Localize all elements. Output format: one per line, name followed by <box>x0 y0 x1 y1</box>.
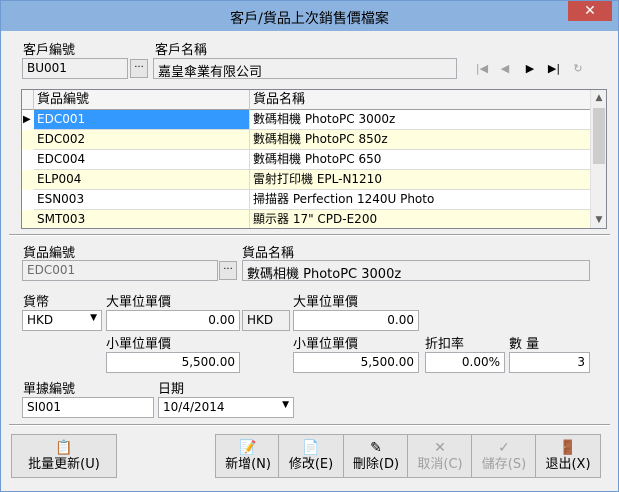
cancel-button[interactable]: ✕ 取消(C) <box>407 434 473 478</box>
title-bar: 客戶/貨品上次銷售價檔案 ✕ <box>1 1 618 31</box>
table-row[interactable]: EDC002 數碼相機 PhotoPC 850z <box>22 130 592 150</box>
delete-label: 刪除(D) <box>352 457 400 472</box>
batch-update-icon: 📋 <box>55 440 73 456</box>
customer-name-label: 客戶名稱 <box>155 43 208 58</box>
big-unit-price2-label: 大單位單價 <box>293 295 359 310</box>
big-unit-price2-field[interactable]: 0.00 <box>293 310 419 331</box>
cell-item-code[interactable]: EDC002 <box>34 130 250 150</box>
date-value: 10/4/2014 <box>163 400 225 414</box>
customer-name-field[interactable]: 嘉皇傘業有限公司 <box>153 58 457 79</box>
customer-lookup-button[interactable]: ··· <box>130 59 148 78</box>
cell-item-code[interactable]: SMT003 <box>34 210 250 228</box>
cell-item-name[interactable]: 數碼相機 PhotoPC 850z <box>250 130 592 150</box>
cell-item-code[interactable]: ESN003 <box>34 190 250 210</box>
edit-label: 修改(E) <box>288 457 334 472</box>
chevron-down-icon[interactable]: ▼ <box>90 313 97 323</box>
last-record-icon[interactable]: ▶| <box>546 61 562 77</box>
item-name-label: 貨品名稱 <box>242 246 295 261</box>
exit-label: 退出(X) <box>545 457 591 472</box>
cell-item-name[interactable]: 數碼相機 PhotoPC 650 <box>250 150 592 170</box>
cell-item-name[interactable]: 掃描器 Perfection 1240U Photo <box>250 190 592 210</box>
table-row[interactable]: EDC004 數碼相機 PhotoPC 650 <box>22 150 592 170</box>
divider-highlight <box>9 235 610 236</box>
add-label: 新增(N) <box>225 457 271 472</box>
cell-item-code[interactable]: ELP004 <box>34 170 250 190</box>
small-unit-price-label: 小單位單價 <box>106 337 172 352</box>
divider-highlight <box>9 425 610 426</box>
customer-code-label: 客戶編號 <box>23 43 76 58</box>
save-label: 儲存(S) <box>481 457 527 472</box>
cell-item-code[interactable]: EDC004 <box>34 150 250 170</box>
close-button[interactable]: ✕ <box>568 1 612 21</box>
discount-label: 折扣率 <box>425 337 465 352</box>
grid-vertical-scrollbar[interactable]: ▲ ▼ <box>590 90 606 228</box>
prev-record-icon[interactable]: ◀ <box>497 61 513 77</box>
date-picker[interactable]: 10/4/2014 ▼ <box>158 397 294 418</box>
discount-field[interactable]: 0.00% <box>425 352 505 373</box>
base-currency-field: HKD <box>242 310 290 331</box>
edit-button[interactable]: 📄 修改(E) <box>278 434 344 478</box>
quantity-field[interactable]: 3 <box>509 352 590 373</box>
scroll-up-icon[interactable]: ▲ <box>591 90 606 106</box>
cell-item-name[interactable]: 顯示器 17" CPD-E200 <box>250 210 592 228</box>
table-row[interactable]: ELP004 雷射打印機 EPL-N1210 <box>22 170 592 190</box>
scroll-thumb[interactable] <box>593 108 605 164</box>
currency-label: 貨幣 <box>23 295 50 310</box>
checkmark-icon: ✓ <box>498 440 510 456</box>
form-body: 客戶編號 客戶名稱 BU001 ··· 嘉皇傘業有限公司 |◀ ◀ ▶ ▶| ↻… <box>9 31 610 485</box>
current-row-indicator: ▶ <box>23 114 31 125</box>
column-header-item-code[interactable]: 貨品編號 <box>34 90 250 110</box>
table-row[interactable]: SMT003 顯示器 17" CPD-E200 <box>22 210 592 228</box>
cell-item-name[interactable]: 雷射打印機 EPL-N1210 <box>250 170 592 190</box>
item-code-label: 貨品編號 <box>23 246 76 261</box>
column-header-item-name[interactable]: 貨品名稱 <box>250 90 592 110</box>
edit-icon: 📄 <box>302 440 320 456</box>
item-lookup-button[interactable]: ··· <box>219 261 237 280</box>
doc-no-label: 單據編號 <box>23 382 76 397</box>
doc-no-field[interactable]: SI001 <box>22 397 154 418</box>
currency-value: HKD <box>27 313 54 327</box>
cancel-label: 取消(C) <box>417 457 463 472</box>
items-grid[interactable]: 貨品編號 貨品名稱 ▶ EDC001 數碼相機 PhotoPC 3000z ED… <box>21 89 607 229</box>
cancel-icon: ✕ <box>434 440 446 456</box>
currency-select[interactable]: HKD ▼ <box>22 310 102 331</box>
item-name-field[interactable]: 數碼相機 PhotoPC 3000z <box>242 260 590 281</box>
cell-item-code[interactable]: EDC001 <box>34 110 250 130</box>
main-window: 客戶/貨品上次銷售價檔案 ✕ 客戶編號 客戶名稱 BU001 ··· 嘉皇傘業有… <box>0 0 619 492</box>
exit-button[interactable]: 🚪 退出(X) <box>535 434 601 478</box>
grid-header-indicator <box>22 90 34 110</box>
refresh-icon[interactable]: ↻ <box>570 61 586 77</box>
customer-code-field[interactable]: BU001 <box>22 58 128 79</box>
small-unit-price-field[interactable]: 5,500.00 <box>106 352 240 373</box>
batch-update-label: 批量更新(U) <box>28 457 100 472</box>
quantity-label: 數 量 <box>509 337 540 352</box>
batch-update-button[interactable]: 📋 批量更新(U) <box>11 434 117 478</box>
delete-button[interactable]: ✎ 刪除(D) <box>343 434 409 478</box>
chevron-down-icon[interactable]: ▼ <box>282 400 289 410</box>
scroll-down-icon[interactable]: ▼ <box>591 212 606 228</box>
small-unit-price2-field[interactable]: 5,500.00 <box>293 352 419 373</box>
delete-icon: ✎ <box>370 440 382 456</box>
table-row[interactable]: ESN003 掃描器 Perfection 1240U Photo <box>22 190 592 210</box>
cell-item-name[interactable]: 數碼相機 PhotoPC 3000z <box>250 110 592 130</box>
small-unit-price2-label: 小單位單價 <box>293 337 359 352</box>
add-button[interactable]: 📝 新增(N) <box>215 434 281 478</box>
date-label: 日期 <box>158 382 185 397</box>
big-unit-price-label: 大單位單價 <box>106 295 172 310</box>
first-record-icon[interactable]: |◀ <box>474 61 490 77</box>
grid-header: 貨品編號 貨品名稱 <box>22 90 592 110</box>
exit-door-icon: 🚪 <box>559 440 577 456</box>
big-unit-price-field[interactable]: 0.00 <box>106 310 240 331</box>
next-record-icon[interactable]: ▶ <box>522 61 538 77</box>
table-row[interactable]: ▶ EDC001 數碼相機 PhotoPC 3000z <box>22 110 592 130</box>
save-button[interactable]: ✓ 儲存(S) <box>471 434 537 478</box>
window-title: 客戶/貨品上次銷售價檔案 <box>230 11 389 27</box>
item-code-field[interactable]: EDC001 <box>22 260 218 281</box>
add-icon: 📝 <box>239 440 257 456</box>
